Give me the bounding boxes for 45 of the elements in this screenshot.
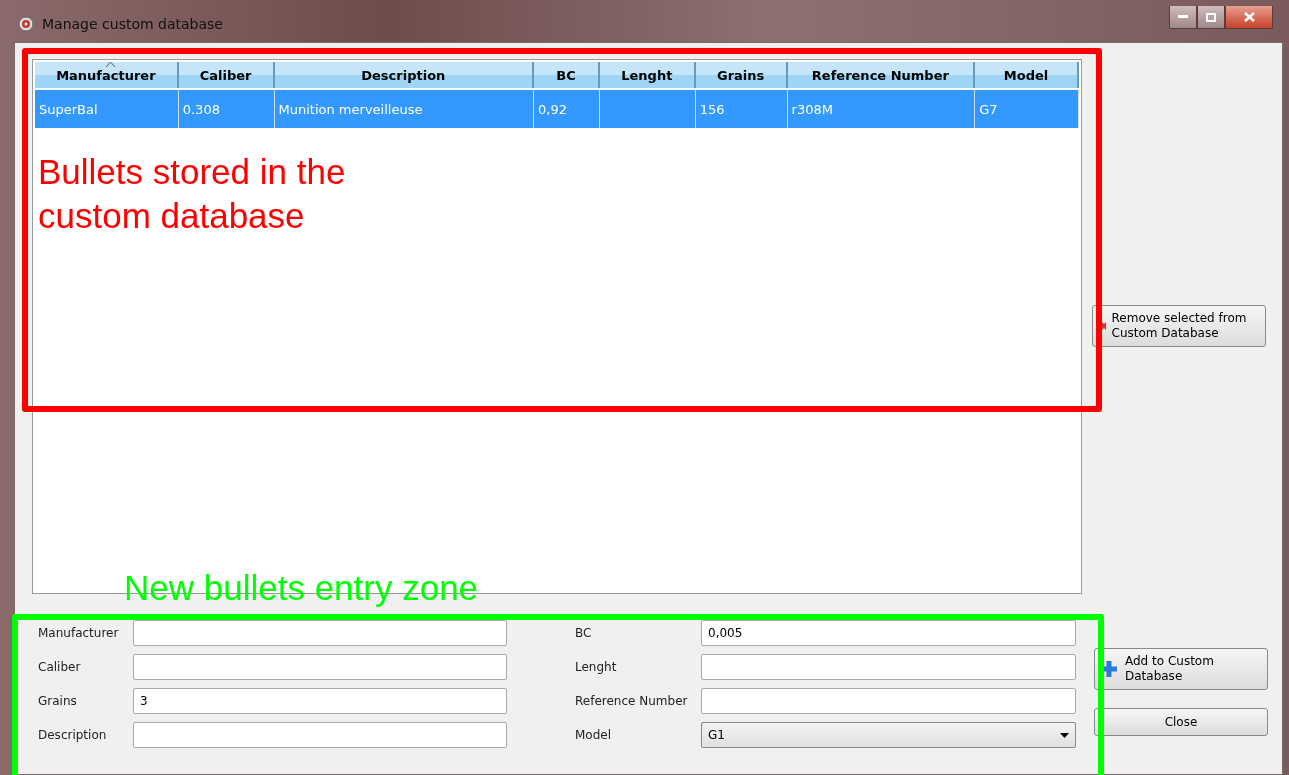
maximize-icon [1206, 12, 1216, 22]
minimize-icon [1178, 15, 1188, 19]
column-header[interactable]: Model [975, 62, 1079, 88]
text-field[interactable] [133, 654, 507, 680]
text-field[interactable] [133, 620, 507, 646]
annotation-text: Bullets stored in the custom database [38, 151, 347, 237]
table-cell: SuperBal [35, 90, 179, 128]
field-label: Model [575, 728, 613, 742]
close-button[interactable]: Close [1094, 708, 1268, 736]
dropdown-arrow-icon [1060, 732, 1069, 738]
text-field[interactable]: 3 [133, 688, 507, 714]
window-title: Manage custom database [42, 16, 223, 32]
table-cell: 0.308 [178, 90, 275, 128]
column-header[interactable]: Description [274, 62, 535, 88]
table-cell: Munition merveilleuse [274, 90, 535, 128]
column-header[interactable]: Manufacturer [35, 62, 179, 88]
column-header[interactable]: Lenght [599, 62, 696, 88]
maximize-button[interactable] [1197, 6, 1225, 29]
field-label: Lenght [575, 660, 618, 674]
column-header[interactable]: BC [534, 62, 600, 88]
field-label: Reference Number [575, 694, 689, 708]
close-window-button[interactable] [1225, 6, 1273, 29]
add-button[interactable]: Add to Custom Database [1094, 648, 1268, 690]
annotation-text: New bullets entry zone [124, 567, 480, 609]
close-icon [1243, 12, 1255, 22]
field-label: Description [38, 728, 108, 742]
column-header[interactable]: Reference Number [787, 62, 976, 88]
target-icon [18, 16, 34, 32]
text-field[interactable] [701, 654, 1076, 680]
column-header[interactable]: Caliber [178, 62, 275, 88]
column-header[interactable]: Grains [695, 62, 788, 88]
remove-button[interactable]: Remove selected from Custom Database [1092, 305, 1266, 347]
field-label: Manufacturer [38, 626, 120, 640]
field-label: BC [575, 626, 593, 640]
table-cell: G7 [975, 90, 1079, 128]
table-cell: 156 [695, 90, 788, 128]
model-dropdown[interactable]: G1 [701, 722, 1076, 748]
field-label: Grains [38, 694, 78, 708]
table-cell: r308M [787, 90, 976, 128]
field-label: Caliber [38, 660, 82, 674]
text-field[interactable] [701, 688, 1076, 714]
table-cell: 0,92 [534, 90, 600, 128]
text-field[interactable] [133, 722, 507, 748]
minimize-button[interactable] [1169, 6, 1197, 29]
text-field[interactable]: 0,005 [701, 620, 1076, 646]
